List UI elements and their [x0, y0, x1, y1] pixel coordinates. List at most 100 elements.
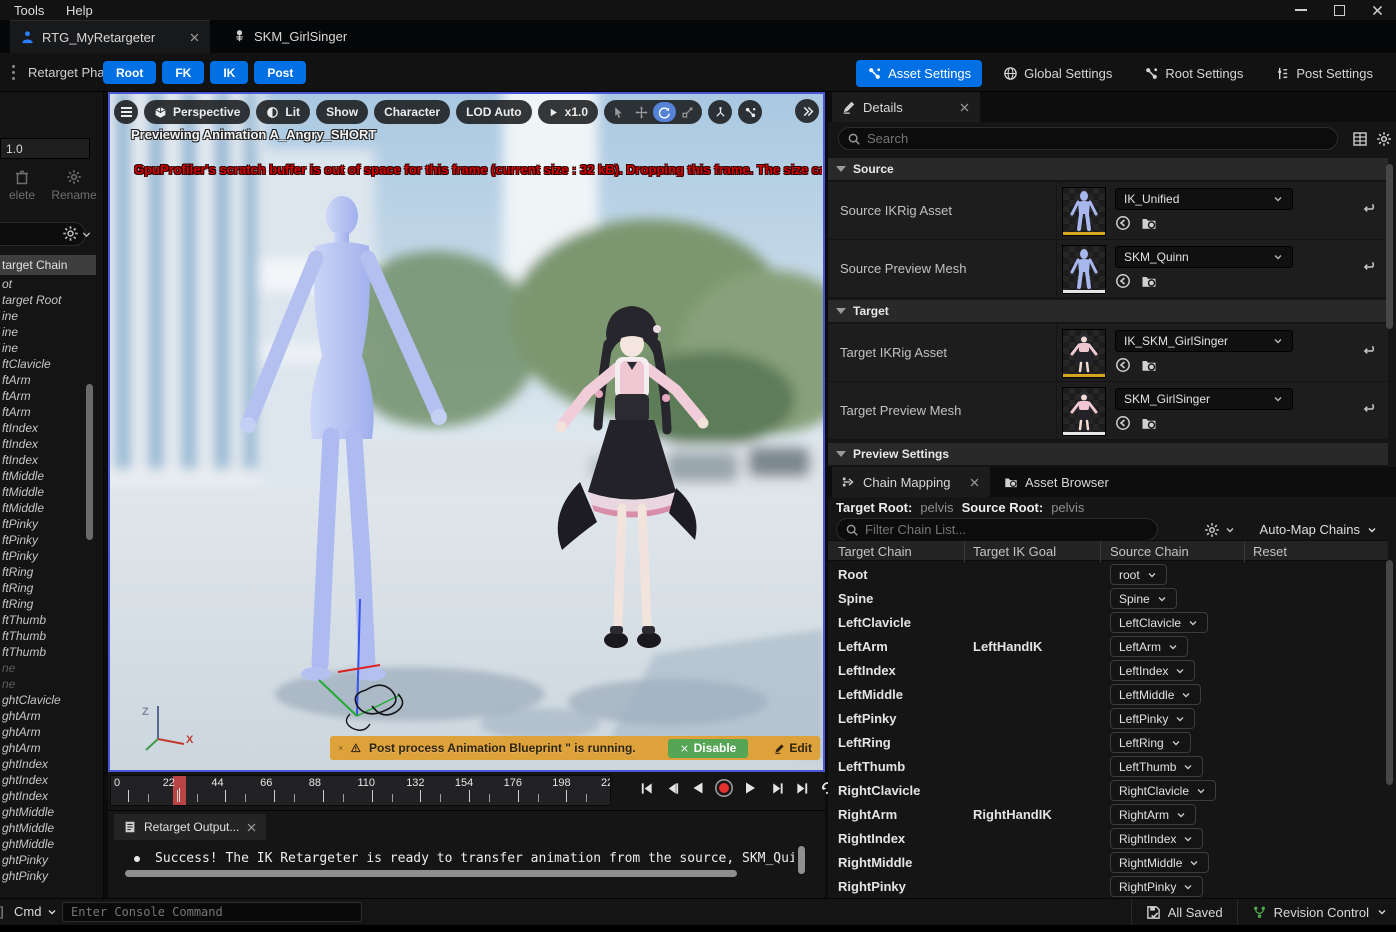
asset-thumbnail[interactable] [1062, 387, 1106, 436]
console-command-input[interactable] [63, 903, 361, 921]
asset-settings-button[interactable]: Asset Settings [856, 60, 982, 87]
chain-list-item[interactable]: ghtMiddle [0, 821, 104, 837]
chain-list-item[interactable]: ine [0, 309, 104, 325]
post-settings-button[interactable]: Post Settings [1264, 60, 1384, 87]
use-selected-asset-icon[interactable] [1115, 415, 1131, 431]
reset-to-default-icon[interactable] [1363, 344, 1378, 359]
chain-mapping-row[interactable]: LeftIndex LeftIndex [828, 659, 1388, 683]
source-chain-dropdown[interactable]: RightIndex [1110, 828, 1203, 849]
chain-list-item[interactable]: ftThumb [0, 613, 104, 629]
display-grid-icon[interactable] [1352, 131, 1368, 147]
delete-chain-button[interactable]: elete [0, 164, 48, 206]
chain-list-item[interactable]: ghtIndex [0, 773, 104, 789]
window-minimize-button[interactable] [1282, 0, 1320, 20]
tab-close-icon[interactable] [959, 102, 970, 113]
phase-button-post[interactable]: Post [254, 61, 306, 84]
play-button[interactable] [739, 777, 761, 799]
asset-thumbnail[interactable] [1062, 245, 1106, 294]
browse-to-asset-icon[interactable] [1141, 273, 1157, 289]
preview-settings-section-header[interactable]: Preview Settings [828, 443, 1388, 466]
edit-button[interactable]: Edit [774, 741, 812, 755]
preview-viewport[interactable]: Perspective Lit Show Character LOD Auto … [108, 92, 825, 772]
rename-chain-button[interactable]: Rename [48, 164, 100, 206]
lod-dropdown[interactable]: LOD Auto [456, 100, 532, 124]
go-to-end-button[interactable] [791, 777, 813, 799]
chain-value-field[interactable] [0, 138, 90, 159]
chain-list-item[interactable]: ftRing [0, 581, 104, 597]
browse-to-asset-icon[interactable] [1141, 357, 1157, 373]
chain-list-item[interactable]: ftClavicle [0, 357, 104, 373]
camera-settings-button[interactable] [708, 100, 732, 124]
play-reverse-button[interactable] [687, 777, 709, 799]
character-dropdown[interactable]: Character [374, 100, 450, 124]
use-selected-asset-icon[interactable] [1115, 215, 1131, 231]
chain-mapping-row[interactable]: LeftPinky LeftPinky [828, 707, 1388, 731]
asset-dropdown[interactable]: SKM_Quinn [1115, 246, 1293, 268]
step-backward-button[interactable] [661, 777, 683, 799]
chain-mapping-row[interactable]: LeftThumb LeftThumb [828, 755, 1388, 779]
reset-to-default-icon[interactable] [1363, 402, 1378, 417]
source-chain-dropdown[interactable]: LeftPinky [1110, 708, 1195, 729]
phase-button-root[interactable]: Root [103, 61, 156, 84]
phase-button-fk[interactable]: FK [162, 61, 204, 84]
source-chain-dropdown[interactable]: RightClavicle [1110, 780, 1216, 801]
record-button[interactable] [713, 777, 735, 799]
bone-display-button[interactable] [738, 100, 762, 124]
asset-dropdown[interactable]: IK_SKM_GirlSinger [1115, 330, 1293, 352]
chain-list-item[interactable]: ghtMiddle [0, 805, 104, 821]
source-chain-dropdown[interactable]: LeftRing [1110, 732, 1191, 753]
col-target-ik-goal[interactable]: Target IK Goal [973, 544, 1056, 559]
reset-to-default-icon[interactable] [1363, 202, 1378, 217]
use-selected-asset-icon[interactable] [1115, 357, 1131, 373]
chain-list-item[interactable]: ghtPinky [0, 869, 104, 885]
timeline-playhead[interactable] [173, 776, 186, 806]
asset-dropdown[interactable]: SKM_GirlSinger [1115, 388, 1293, 410]
output-vertical-scrollbar[interactable] [798, 846, 805, 874]
col-target-chain[interactable]: Target Chain [838, 544, 912, 559]
chain-list-item[interactable]: ghtClavicle [0, 693, 104, 709]
revision-control-button[interactable]: Revision Control [1252, 905, 1388, 920]
chain-mapping-row[interactable]: Spine Spine [828, 587, 1388, 611]
tab-skm-girlsinger[interactable]: SKM_GirlSinger [222, 20, 357, 53]
chain-mapping-row[interactable]: RightIndex RightIndex [828, 827, 1388, 851]
chain-mapping-scrollbar[interactable] [1386, 560, 1393, 785]
timeline-ruler[interactable]: 022446688110132154176198220 [110, 775, 611, 806]
banner-close-icon[interactable] [338, 744, 343, 752]
viewport-menu-button[interactable] [114, 100, 138, 124]
chain-mapping-row[interactable]: RightPinky RightPinky [828, 875, 1388, 898]
window-close-button[interactable] [1358, 0, 1396, 20]
global-settings-button[interactable]: Global Settings [992, 60, 1123, 87]
viewport-expand-button[interactable] [795, 99, 819, 123]
use-selected-asset-icon[interactable] [1115, 273, 1131, 289]
browse-to-asset-icon[interactable] [1141, 415, 1157, 431]
chain-list-item[interactable]: ot [0, 277, 104, 293]
tab-close-icon[interactable] [246, 822, 257, 833]
toolbar-overflow-icon[interactable] [12, 65, 15, 68]
asset-thumbnail[interactable] [1062, 329, 1106, 378]
chain-list-item[interactable]: ine [0, 341, 104, 357]
show-dropdown[interactable]: Show [316, 100, 368, 124]
window-maximize-button[interactable] [1320, 0, 1358, 20]
chain-mapping-row[interactable]: LeftArm LeftHandIK LeftArm [828, 635, 1388, 659]
chain-list-item[interactable]: ftThumb [0, 629, 104, 645]
source-chain-dropdown[interactable]: LeftClavicle [1110, 612, 1208, 633]
lit-dropdown[interactable]: Lit [256, 100, 310, 124]
reset-to-default-icon[interactable] [1363, 260, 1378, 275]
rotate-tool-button[interactable] [653, 102, 676, 122]
chain-list-item[interactable]: ghtPinky [0, 853, 104, 869]
chain-list-item[interactable]: ftRing [0, 565, 104, 581]
source-chain-dropdown[interactable]: LeftThumb [1110, 756, 1203, 777]
asset-dropdown[interactable]: IK_Unified [1115, 188, 1293, 210]
source-chain-dropdown[interactable]: RightArm [1110, 804, 1196, 825]
chain-settings-dropdown[interactable] [1204, 522, 1236, 538]
cmd-dropdown[interactable]: Cmd [14, 904, 58, 919]
details-scrollbar[interactable] [1386, 164, 1393, 329]
tab-rtg-myretargeter[interactable]: RTG_MyRetargeter [10, 20, 210, 53]
source-chain-dropdown[interactable]: LeftMiddle [1110, 684, 1201, 705]
auto-map-chains-button[interactable]: Auto-Map Chains [1260, 522, 1378, 537]
menu-tools[interactable]: Tools [6, 1, 52, 20]
chain-list-item[interactable]: target Root [0, 293, 104, 309]
chain-list-item[interactable]: ine [0, 325, 104, 341]
all-saved-button[interactable]: All Saved [1146, 905, 1223, 920]
chain-list-settings-icon[interactable] [62, 225, 79, 242]
